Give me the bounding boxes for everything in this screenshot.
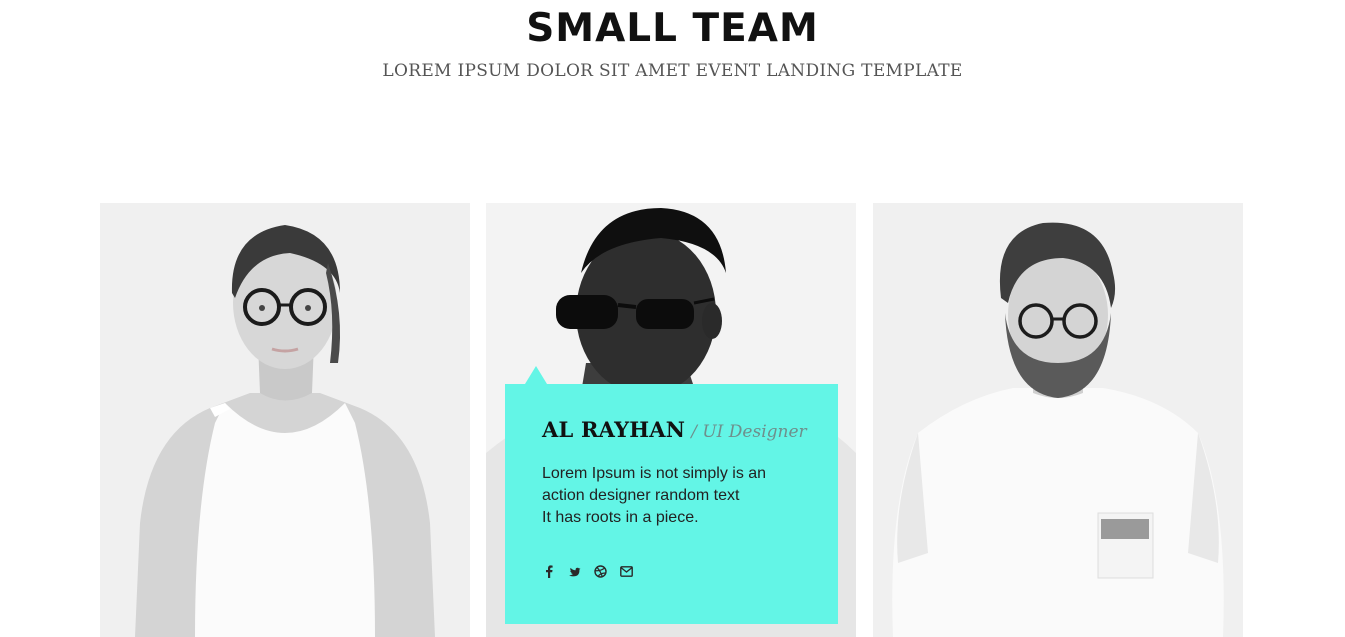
- section-subtitle: LOREM IPSUM DOLOR SIT AMET EVENT LANDING…: [382, 61, 963, 81]
- member-info-box: AL RAYHAN / UI Designer Lorem Ipsum is no…: [505, 366, 838, 624]
- envelope-icon[interactable]: [619, 564, 634, 579]
- team-member-card[interactable]: [873, 203, 1243, 637]
- member-role: / UI Designer: [691, 422, 807, 442]
- section-title: SMALL TEAM: [526, 6, 819, 51]
- member-bio-line: It has roots in a piece.: [542, 509, 699, 526]
- member-header: AL RAYHAN / UI Designer: [542, 417, 807, 442]
- member-name: AL RAYHAN: [542, 417, 686, 442]
- member-bio: Lorem Ipsum is not simply is an action d…: [542, 463, 812, 529]
- bearded-man-with-glasses-photo: [873, 203, 1243, 637]
- social-links: [541, 564, 634, 579]
- member-bio-line: Lorem Ipsum is not simply is an: [542, 465, 767, 482]
- facebook-icon[interactable]: [541, 564, 556, 579]
- woman-with-glasses-photo: [100, 203, 470, 637]
- dribbble-icon[interactable]: [593, 564, 608, 579]
- member-bio-line: action designer random text: [542, 487, 740, 504]
- team-member-card[interactable]: [100, 203, 470, 637]
- twitter-icon[interactable]: [567, 564, 582, 579]
